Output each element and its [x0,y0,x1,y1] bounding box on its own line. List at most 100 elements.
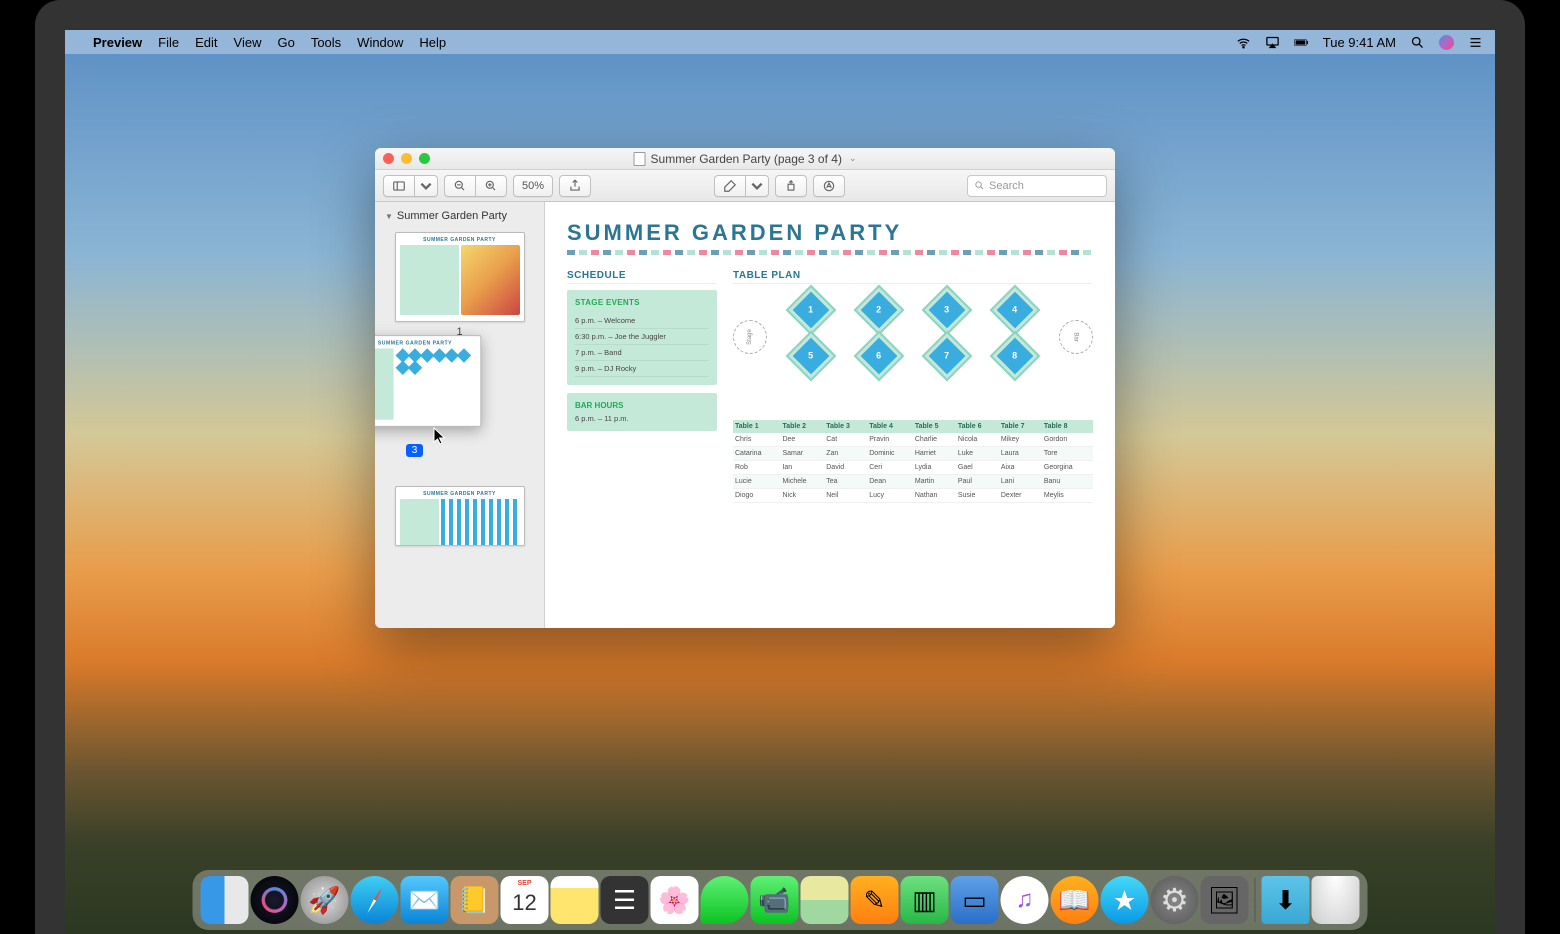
table-header: Table 2 [780,420,824,433]
share-button[interactable] [559,175,591,197]
dock-maps-icon[interactable] [801,876,849,924]
table-marker: 8 [992,333,1037,378]
markup-button[interactable] [813,175,845,197]
battery-icon[interactable] [1294,35,1309,50]
thumbnail-label-3: 3 [406,444,424,457]
dock-notes-icon[interactable] [551,876,599,924]
clock[interactable]: Tue 9:41 AM [1323,35,1396,50]
menu-edit[interactable]: Edit [195,35,217,50]
airplay-icon[interactable] [1265,35,1280,50]
zoom-level[interactable]: 50% [513,175,553,197]
menubar[interactable]: Preview File Edit View Go Tools Window H… [65,30,1495,54]
dock-trash-icon[interactable] [1312,876,1360,924]
menu-view[interactable]: View [234,35,262,50]
page-thumbnail-3-dragging[interactable]: SUMMER GARDEN PARTY [375,335,481,427]
table-cell: Paul [956,475,999,489]
zoom-out-button[interactable] [444,175,475,197]
document-icon [634,152,646,166]
table-plan-heading: TABLE PLAN [733,270,1093,284]
event-row: 6:30 p.m. – Joe the Juggler [575,329,709,345]
window-titlebar[interactable]: Summer Garden Party (page 3 of 4) ⌄ [375,148,1115,170]
search-input[interactable]: Search [967,175,1107,197]
wifi-icon[interactable] [1236,35,1251,50]
page-thumbnail-1[interactable]: SUMMER GARDEN PARTY [395,232,525,322]
dock-finder-icon[interactable] [201,876,249,924]
dock[interactable]: 🚀 ✉️ 📒 SEP12 ☰ 🌸 📹 ✎ ▥ ▭ 📖 🖼 ⬇ [193,870,1368,930]
table-cell: Chris [733,433,780,447]
maximize-button[interactable] [419,153,430,164]
table-marker: 1 [788,287,833,332]
dock-numbers-icon[interactable]: ▥ [901,876,949,924]
doc-title: SUMMER GARDEN PARTY [567,220,1093,246]
dock-downloads-icon[interactable]: ⬇ [1262,876,1310,924]
stage-events-title: STAGE EVENTS [575,298,709,307]
highlight-dropdown-button[interactable] [745,175,769,197]
table-cell: Gael [956,461,999,475]
menu-app[interactable]: Preview [93,35,142,50]
table-marker: 6 [856,333,901,378]
table-marker: 7 [924,333,969,378]
close-button[interactable] [383,153,394,164]
dock-appstore-icon[interactable] [1101,876,1149,924]
sidebar-dropdown-button[interactable] [414,175,438,197]
dock-reminders-icon[interactable]: ☰ [601,876,649,924]
page-thumbnail-4[interactable]: SUMMER GARDEN PARTY [395,486,525,546]
table-marker: 3 [924,287,969,332]
table-marker: 5 [788,333,833,378]
dock-mail-icon[interactable]: ✉️ [401,876,449,924]
thumbnails-sidebar[interactable]: Summer Garden Party SUMMER GARDEN PARTY … [375,202,545,628]
minimize-button[interactable] [401,153,412,164]
sidebar-doc-header[interactable]: Summer Garden Party [375,206,544,226]
dock-calendar-icon[interactable]: SEP12 [501,876,549,924]
table-cell: Ceri [867,461,913,475]
table-header: Table 1 [733,420,780,433]
notification-center-icon[interactable] [1468,35,1483,50]
dock-itunes-icon[interactable] [1001,876,1049,924]
dock-pages-icon[interactable]: ✎ [851,876,899,924]
table-cell: Banu [1042,475,1093,489]
title-chevron-icon[interactable]: ⌄ [849,153,857,164]
zoom-in-button[interactable] [475,175,507,197]
siri-icon[interactable] [1439,35,1454,50]
bar-hours-box: BAR HOURS 6 p.m. – 11 p.m. [567,393,717,431]
document-content[interactable]: SUMMER GARDEN PARTY SCHEDULE STAGE EVENT… [545,202,1115,628]
table-cell: Cat [824,433,867,447]
dock-sysprefs-icon[interactable] [1151,876,1199,924]
table-header: Table 3 [824,420,867,433]
dock-facetime-icon[interactable]: 📹 [751,876,799,924]
dock-contacts-icon[interactable]: 📒 [451,876,499,924]
menu-go[interactable]: Go [277,35,294,50]
bunting-decoration [567,250,1093,260]
dock-siri-icon[interactable] [251,876,299,924]
menu-help[interactable]: Help [419,35,446,50]
table-cell: Mikey [999,433,1042,447]
bar-marker: Bar [1059,320,1093,354]
dock-preview-icon[interactable]: 🖼 [1201,876,1249,924]
table-cell: Dee [780,433,824,447]
table-header: Table 6 [956,420,999,433]
dock-ibooks-icon[interactable]: 📖 [1051,876,1099,924]
menu-window[interactable]: Window [357,35,403,50]
table-cell: Neil [824,489,867,503]
table-cell: Gordon [1042,433,1093,447]
sidebar-toggle-button[interactable] [383,175,414,197]
highlight-button[interactable] [714,175,745,197]
table-cell: Nick [780,489,824,503]
table-cell: Laura [999,447,1042,461]
dock-keynote-icon[interactable]: ▭ [951,876,999,924]
table-marker: 2 [856,287,901,332]
dock-safari-icon[interactable] [351,876,399,924]
dock-messages-icon[interactable] [701,876,749,924]
dock-launchpad-icon[interactable]: 🚀 [301,876,349,924]
table-cell: Lydia [913,461,956,475]
dock-photos-icon[interactable]: 🌸 [651,876,699,924]
spotlight-icon[interactable] [1410,35,1425,50]
event-row: 6 p.m. – Welcome [575,313,709,329]
stage-events-box: STAGE EVENTS 6 p.m. – Welcome 6:30 p.m. … [567,290,717,385]
table-cell: Dean [867,475,913,489]
rotate-button[interactable] [775,175,807,197]
menu-file[interactable]: File [158,35,179,50]
search-placeholder: Search [989,180,1024,192]
menu-tools[interactable]: Tools [311,35,341,50]
schedule-heading: SCHEDULE [567,270,717,284]
